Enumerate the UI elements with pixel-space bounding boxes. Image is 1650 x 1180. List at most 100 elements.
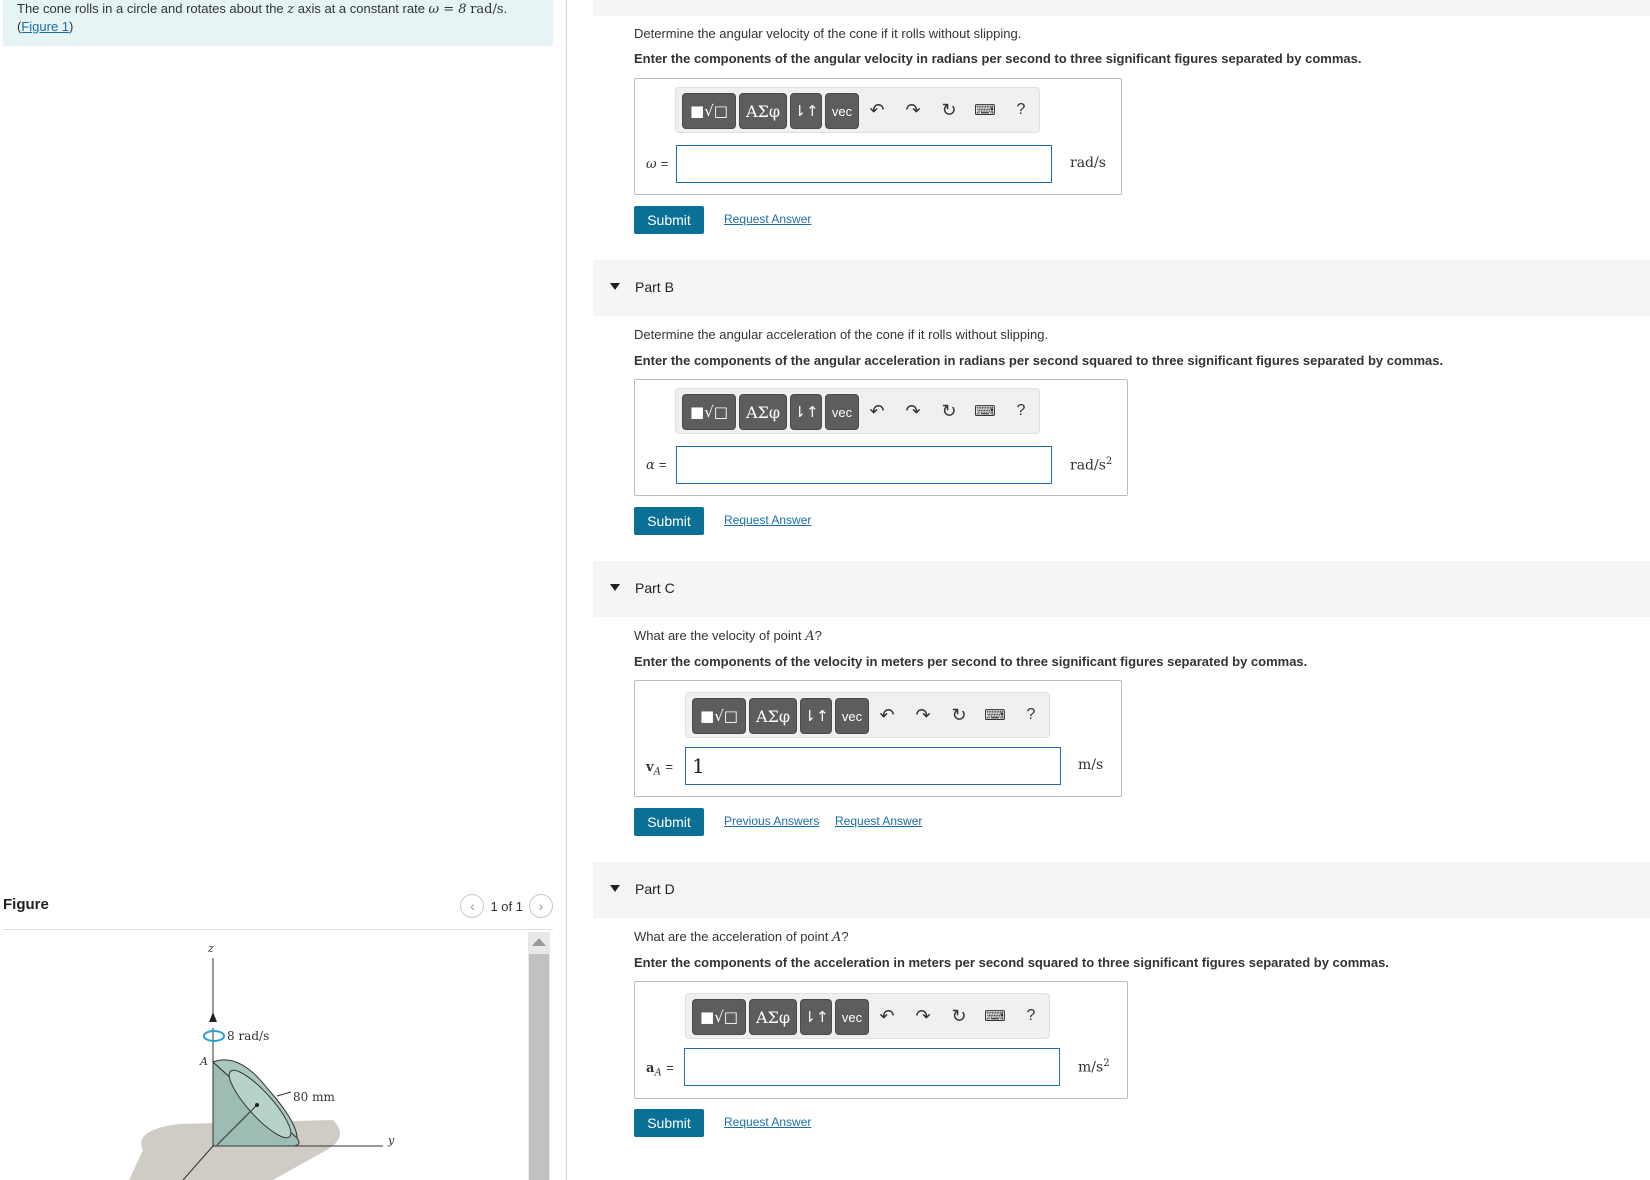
figure-scrollbar[interactable] <box>528 932 550 1180</box>
help-icon[interactable]: ? <box>1018 1003 1044 1029</box>
undo-icon[interactable]: ↶ <box>864 398 890 424</box>
redo-icon[interactable]: ↷ <box>910 702 936 728</box>
part-c-variable-label: vA = <box>646 759 673 778</box>
part-d-answer-input[interactable] <box>684 1048 1060 1086</box>
intro-omega: ω = 8 <box>428 2 467 17</box>
scroll-up-icon[interactable] <box>532 938 546 946</box>
reset-icon[interactable]: ↻ <box>936 97 962 123</box>
point-a-label: A <box>199 1055 208 1068</box>
help-icon[interactable]: ? <box>1018 702 1044 728</box>
figure-page-indicator: 1 of 1 <box>490 898 523 914</box>
part-d-variable-sub: A <box>654 1067 662 1079</box>
part-d-submit-button[interactable]: Submit <box>634 1109 704 1137</box>
part-b-submit-button[interactable]: Submit <box>634 507 704 535</box>
rate-label: 8 rad/s <box>227 1029 269 1043</box>
redo-icon[interactable]: ↷ <box>900 97 926 123</box>
part-b-variable: α <box>646 458 655 473</box>
templates-button[interactable]: ■√□ <box>692 698 746 734</box>
part-c-unit: m/s <box>1078 757 1104 773</box>
help-icon[interactable]: ? <box>1008 398 1034 424</box>
part-b-request-answer-link[interactable]: Request Answer <box>724 513 811 527</box>
templates-button[interactable]: ■√□ <box>682 93 736 129</box>
keyboard-icon[interactable]: ⌨ <box>972 97 998 123</box>
chevron-left-icon[interactable]: ‹ <box>460 894 485 918</box>
part-a-request-answer-link[interactable]: Request Answer <box>724 212 811 226</box>
keyboard-icon[interactable]: ⌨ <box>982 1003 1008 1029</box>
part-c-variable: v <box>646 760 654 775</box>
z-axis-arrowhead <box>209 1012 217 1022</box>
cone-diagram: z 8 rad/s A 80 mm y <box>129 942 395 1180</box>
reset-icon[interactable]: ↻ <box>946 1003 972 1029</box>
vec-button[interactable]: vec <box>825 394 859 430</box>
undo-icon[interactable]: ↶ <box>874 1003 900 1029</box>
part-c-request-answer-link[interactable]: Request Answer <box>835 814 922 828</box>
part-d-unit: m/s2 <box>1078 1058 1110 1076</box>
part-d-question: What are the acceleration of point A? <box>634 929 849 945</box>
subscript-button[interactable]: ⇂↑ <box>800 698 832 734</box>
part-c-submit-button[interactable]: Submit <box>634 808 704 836</box>
part-a-equals: = <box>660 156 669 171</box>
reset-icon[interactable]: ↻ <box>946 702 972 728</box>
part-b-answer-input[interactable] <box>676 446 1052 484</box>
caret-down-icon <box>610 584 620 591</box>
part-a-instruction: Enter the components of the angular velo… <box>634 51 1362 66</box>
part-c-question-var: A <box>805 629 815 644</box>
scrollbar-thumb[interactable] <box>529 954 549 1180</box>
vec-button[interactable]: vec <box>835 698 869 734</box>
part-b-equals: = <box>658 457 667 472</box>
part-b-toolbar: ■√□ ΑΣφ ⇂↑ vec ↶ ↷ ↻ ⌨ ? <box>675 388 1040 434</box>
subscript-button[interactable]: ⇂↑ <box>790 394 822 430</box>
part-d-title: Part D <box>635 881 675 897</box>
part-c-title: Part C <box>635 580 675 596</box>
part-d-toolbar: ■√□ ΑΣφ ⇂↑ vec ↶ ↷ ↻ ⌨ ? <box>685 993 1050 1039</box>
part-c-variable-sub: A <box>653 766 661 778</box>
templates-button[interactable]: ■√□ <box>682 394 736 430</box>
redo-icon[interactable]: ↷ <box>900 398 926 424</box>
figure-header: Figure ‹ 1 of 1 › <box>3 894 553 930</box>
subscript-button[interactable]: ⇂↑ <box>790 93 822 129</box>
vec-button[interactable]: vec <box>825 93 859 129</box>
part-d-variable-label: aA = <box>646 1060 674 1079</box>
greek-symbols-button[interactable]: ΑΣφ <box>739 394 787 430</box>
intro-period: . <box>503 1 508 16</box>
part-d-equals: = <box>666 1060 674 1075</box>
undo-icon[interactable]: ↶ <box>874 702 900 728</box>
dimension-leader <box>276 1091 292 1097</box>
part-b-header[interactable]: Part B <box>593 260 1650 316</box>
greek-symbols-button[interactable]: ΑΣφ <box>739 93 787 129</box>
part-c-answer-input[interactable] <box>685 747 1061 785</box>
part-d-question-text: What are the acceleration of point <box>634 929 833 944</box>
part-d-request-answer-link[interactable]: Request Answer <box>724 1115 811 1129</box>
greek-symbols-button[interactable]: ΑΣφ <box>749 999 797 1035</box>
undo-icon[interactable]: ↶ <box>864 97 890 123</box>
reset-icon[interactable]: ↻ <box>936 398 962 424</box>
figure-pager: ‹ 1 of 1 › <box>460 894 553 918</box>
part-b-unit: rad/s2 <box>1070 456 1112 474</box>
part-b-unit-base: rad/s <box>1070 457 1106 474</box>
keyboard-icon[interactable]: ⌨ <box>972 398 998 424</box>
part-a-answer-input[interactable] <box>676 145 1052 183</box>
redo-icon[interactable]: ↷ <box>910 1003 936 1029</box>
greek-symbols-button[interactable]: ΑΣφ <box>749 698 797 734</box>
caret-down-icon <box>610 283 620 290</box>
keyboard-icon[interactable]: ⌨ <box>982 702 1008 728</box>
chevron-right-icon[interactable]: › <box>529 894 553 918</box>
part-a-submit-button[interactable]: Submit <box>634 206 704 234</box>
templates-button[interactable]: ■√□ <box>692 999 746 1035</box>
part-a-question: Determine the angular velocity of the co… <box>634 26 1022 41</box>
part-d-header[interactable]: Part D <box>593 862 1650 918</box>
caret-down-icon <box>610 885 620 892</box>
figure-link[interactable]: Figure 1 <box>21 19 69 34</box>
part-a-header-strip <box>593 0 1650 16</box>
part-c-instruction: Enter the components of the velocity in … <box>634 654 1308 669</box>
help-icon[interactable]: ? <box>1008 97 1034 123</box>
part-c-answer-box: ■√□ ΑΣφ ⇂↑ vec ↶ ↷ ↻ ⌨ ? vA = m/s <box>634 680 1122 797</box>
part-b-variable-label: α = <box>646 457 667 473</box>
figure-title: Figure <box>3 896 49 913</box>
subscript-button[interactable]: ⇂↑ <box>800 999 832 1035</box>
vec-button[interactable]: vec <box>835 999 869 1035</box>
intro-omega-unit: rad/s <box>470 2 504 17</box>
part-c-previous-answers-link[interactable]: Previous Answers <box>724 814 819 828</box>
part-c-header[interactable]: Part C <box>593 561 1650 617</box>
part-b-question: Determine the angular acceleration of th… <box>634 327 1049 342</box>
